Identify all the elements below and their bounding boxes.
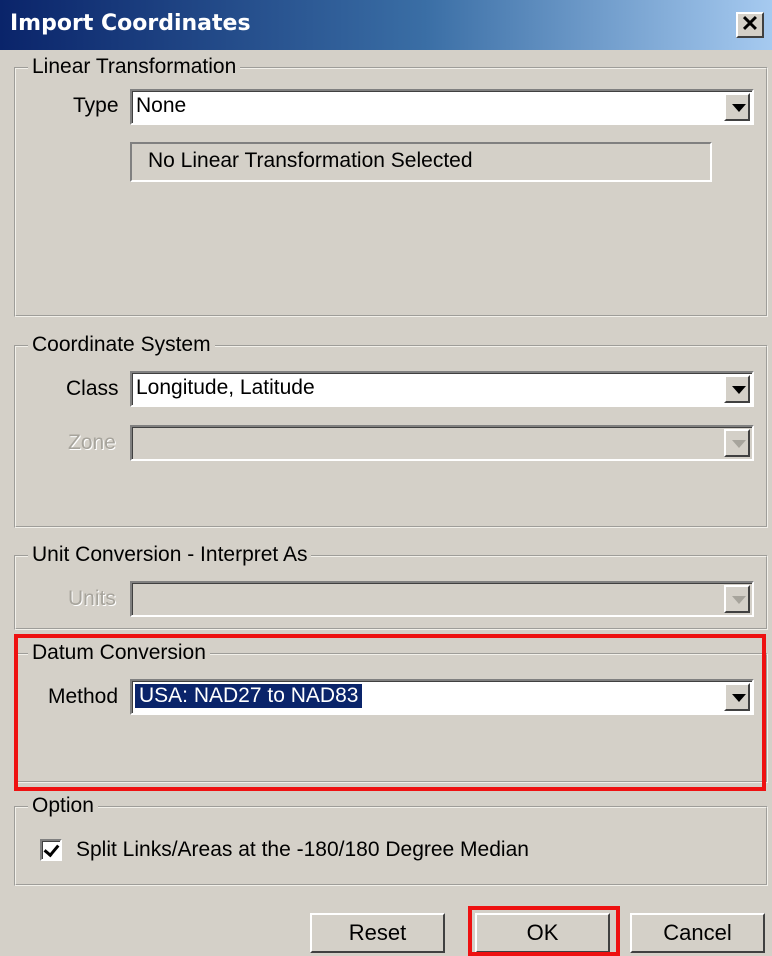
chevron-down-icon[interactable] [724, 429, 750, 457]
unit-conversion-legend: Unit Conversion - Interpret As [28, 542, 312, 568]
cancel-button[interactable]: Cancel [630, 913, 765, 953]
ok-button-highlight [468, 906, 620, 956]
coordinate-system-legend: Coordinate System [28, 332, 215, 358]
type-dropdown[interactable]: None [130, 89, 754, 125]
cancel-button-label: Cancel [663, 920, 732, 945]
linear-transformation-info-text: No Linear Transformation Selected [148, 149, 473, 172]
type-dropdown-value: None [136, 94, 187, 117]
zone-dropdown[interactable] [130, 425, 754, 461]
units-label: Units [68, 587, 116, 610]
chevron-down-icon[interactable] [724, 93, 750, 121]
datum-conversion-highlight [14, 634, 766, 791]
chevron-down-icon[interactable] [724, 375, 750, 403]
close-icon: ✕ [740, 11, 760, 36]
reset-button[interactable]: Reset [310, 913, 445, 953]
reset-button-label: Reset [348, 920, 407, 945]
import-coordinates-dialog: Import Coordinates ✕ Linear Transformati… [0, 0, 772, 956]
option-legend: Option [28, 793, 98, 819]
class-dropdown-value: Longitude, Latitude [136, 376, 315, 399]
close-button[interactable]: ✕ [736, 12, 764, 38]
linear-transformation-legend: Linear Transformation [28, 54, 241, 80]
split-links-label[interactable]: Split Links/Areas at the -180/180 Degree… [76, 838, 529, 862]
zone-label: Zone [68, 431, 116, 454]
class-label: Class [66, 377, 119, 400]
type-label: Type [73, 94, 119, 117]
title-bar[interactable]: Import Coordinates ✕ [0, 0, 772, 50]
window-title: Import Coordinates [10, 11, 251, 36]
class-dropdown[interactable]: Longitude, Latitude [130, 371, 754, 407]
chevron-down-icon[interactable] [724, 585, 750, 613]
units-dropdown[interactable] [130, 581, 754, 617]
split-links-checkbox[interactable] [40, 839, 62, 861]
linear-transformation-info-box: No Linear Transformation Selected [130, 142, 712, 182]
